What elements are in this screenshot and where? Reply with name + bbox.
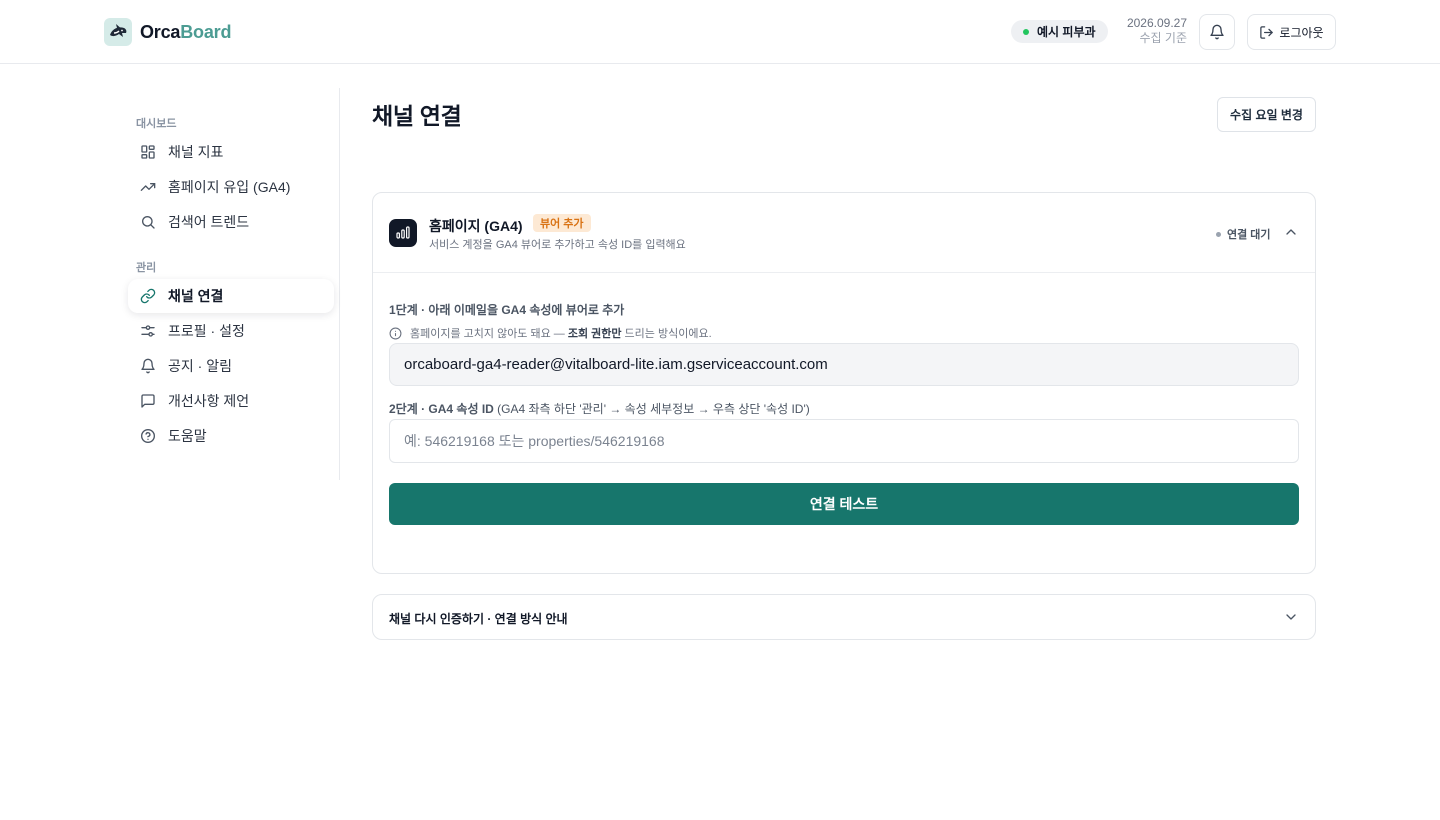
property-id-input[interactable]: [389, 419, 1299, 463]
bell-icon: [1210, 24, 1224, 40]
sidebar-item-profile-settings[interactable]: 프로필 · 설정: [128, 314, 334, 348]
sidebar-item-search-trends[interactable]: 검색어 트렌드: [128, 205, 334, 239]
step1-title: 1단계 · 아래 이메일을 GA4 속성에 뷰어로 추가: [389, 303, 625, 317]
brand-logo[interactable]: OrcaBoard: [104, 18, 231, 46]
info-icon: [389, 327, 402, 339]
sidebar: 대시보드 채널 지표 홈페이지 유입 (GA4) 검색어 트렌드 관리 채널 연…: [128, 88, 340, 480]
sidebar-item-homepage-inflow[interactable]: 홈페이지 유입 (GA4): [128, 170, 334, 204]
chat-icon: [141, 394, 155, 408]
sidebar-item-help[interactable]: 도움말: [128, 419, 334, 453]
page-title: 채널 연결: [372, 103, 462, 129]
sidebar-section-manage: 관리: [136, 262, 157, 274]
sidebar-item-label: 채널 연결: [168, 288, 224, 304]
reauth-guide-title: 채널 다시 인증하기 · 연결 방식 안내: [389, 612, 568, 626]
status-dot-icon: [1216, 231, 1221, 237]
sidebar-item-label: 채널 지표: [168, 144, 224, 160]
brand-name-part2: Board: [180, 21, 232, 42]
brand-name-part1: Orca: [140, 21, 181, 42]
info-text-suffix: 드리는 방식이에요.: [621, 328, 712, 340]
search-icon: [142, 216, 155, 229]
logout-icon: [1260, 25, 1274, 39]
collection-date-value: 2026.09.27: [1126, 16, 1187, 30]
analytics-icon: [389, 219, 417, 247]
ga4-card-description: 서비스 계정을 GA4 뷰어로 추가하고 속성 ID를 입력해요: [429, 239, 686, 251]
trending-up-icon: [140, 183, 156, 191]
connection-status: 연결 대기: [1216, 226, 1271, 242]
info-note: 홈페이지를 고치지 않아도 돼요 — 조회 권한만 드리는 방식이에요.: [389, 325, 712, 341]
sidebar-item-channel-connect[interactable]: 채널 연결: [128, 279, 334, 313]
clinic-name: 예시 피부과: [1037, 25, 1096, 39]
reauth-guide-card[interactable]: 채널 다시 인증하기 · 연결 방식 안내: [372, 594, 1316, 640]
sidebar-item-suggestions[interactable]: 개선사항 제언: [128, 384, 334, 418]
ga4-card-header[interactable]: 홈페이지 (GA4) 뷰어 추가 서비스 계정을 GA4 뷰어로 추가하고 속성…: [373, 193, 1315, 273]
chevron-down-icon[interactable]: [1283, 609, 1299, 625]
step2-title-hint: (GA4 좌측 하단 '관리' → 속성 세부정보 → 우측 상단 '속성 ID…: [493, 402, 810, 416]
change-collection-day-button[interactable]: 수집 요일 변경: [1217, 97, 1316, 132]
info-text-prefix: 홈페이지를 고치지 않아도 돼요 —: [410, 328, 568, 340]
collection-date-caption: 수집 기준: [1139, 31, 1188, 45]
sidebar-section-dashboard: 대시보드: [136, 118, 177, 130]
step2-title: 2단계 · GA4 속성 ID (GA4 좌측 하단 '관리' → 속성 세부정…: [389, 400, 810, 417]
top-header: OrcaBoard 예시 피부과 2026.09.27 수집 기준 로그아웃: [0, 0, 1440, 64]
sidebar-item-channel-metrics[interactable]: 채널 지표: [128, 135, 334, 169]
sidebar-item-label: 개선사항 제언: [168, 393, 250, 409]
info-text: 홈페이지를 고치지 않아도 돼요 — 조회 권한만 드리는 방식이에요.: [410, 325, 712, 341]
clinic-badge: 예시 피부과: [1011, 20, 1108, 43]
orca-logo-icon: [104, 18, 132, 46]
step2-title-bold: 2단계 · GA4 속성 ID: [389, 402, 494, 416]
ga4-card-title: 홈페이지 (GA4): [429, 218, 523, 234]
sidebar-item-label: 프로필 · 설정: [168, 323, 245, 339]
chevron-up-icon[interactable]: [1283, 224, 1299, 240]
link-icon: [140, 288, 156, 304]
logout-button[interactable]: 로그아웃: [1247, 14, 1336, 50]
sidebar-item-label: 홈페이지 유입 (GA4): [168, 179, 291, 195]
ga4-connection-card: 홈페이지 (GA4) 뷰어 추가 서비스 계정을 GA4 뷰어로 추가하고 속성…: [372, 192, 1316, 574]
sliders-icon: [141, 325, 155, 337]
sidebar-item-label: 공지 · 알림: [168, 358, 232, 374]
sidebar-item-label: 도움말: [168, 428, 207, 444]
connection-test-button[interactable]: 연결 테스트: [389, 483, 1299, 525]
connection-status-label: 연결 대기: [1227, 229, 1271, 241]
info-text-bold: 조회 권한만: [567, 328, 622, 340]
collection-date: 2026.09.27 수집 기준: [1112, 16, 1187, 46]
logout-label: 로그아웃: [1279, 25, 1324, 40]
grid-icon: [141, 145, 155, 159]
sidebar-item-label: 검색어 트렌드: [168, 214, 250, 230]
notifications-button[interactable]: [1199, 14, 1235, 50]
service-account-email[interactable]: orcaboard-ga4-reader@vitalboard-lite.iam…: [389, 343, 1299, 386]
sidebar-item-notices[interactable]: 공지 · 알림: [128, 349, 334, 383]
brand-name: OrcaBoard: [140, 22, 231, 43]
viewer-add-badge: 뷰어 추가: [533, 214, 591, 232]
online-dot-icon: [1023, 28, 1029, 35]
help-icon: [141, 429, 155, 443]
bell-icon: [141, 358, 155, 374]
